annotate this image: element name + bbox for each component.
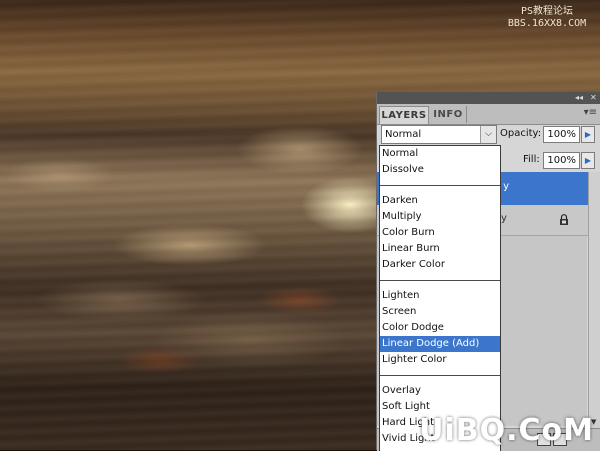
blend-option[interactable]: Lighten: [380, 288, 500, 304]
blend-option[interactable]: Linear Burn: [380, 241, 500, 257]
menu-separator: [380, 178, 500, 193]
panel-tabbar: LAYERS INFO ▾≡: [377, 104, 600, 125]
menu-separator: [380, 273, 500, 288]
watermark-bottom: UiBQ.CoM: [419, 413, 594, 448]
blend-option[interactable]: Screen: [380, 304, 500, 320]
blend-option[interactable]: Lighter Color: [380, 352, 500, 368]
blend-option-selected[interactable]: Linear Dodge (Add): [380, 336, 500, 352]
menu-separator: [380, 368, 500, 383]
blend-option[interactable]: Darker Color: [380, 257, 500, 273]
stepper-arrow-icon[interactable]: ▶: [581, 152, 595, 169]
fill-input[interactable]: 100%: [543, 152, 580, 169]
panel-menu-icon[interactable]: ▾≡: [584, 107, 597, 118]
tab-info[interactable]: INFO: [430, 106, 467, 123]
watermark-top: PS教程论坛 BBS.16XX8.COM: [502, 6, 592, 30]
layers-scrollbar[interactable]: ▼: [588, 172, 600, 428]
blend-mode-dropdown: Normal Dissolve Darken Multiply Color Bu…: [379, 145, 501, 451]
blend-option[interactable]: Color Dodge: [380, 320, 500, 336]
layer-name: y: [503, 181, 509, 192]
blend-mode-select[interactable]: Normal ⌵: [381, 125, 497, 144]
panel-titlebar: ◂◂ ✕: [377, 92, 600, 104]
dropdown-arrow-icon[interactable]: ⌵: [480, 126, 496, 143]
collapse-icon[interactable]: ◂◂: [575, 92, 583, 104]
blend-option[interactable]: Color Burn: [380, 225, 500, 241]
lock-icon: [560, 214, 568, 225]
opacity-input[interactable]: 100%: [543, 126, 580, 143]
opacity-label: Opacity:: [500, 128, 542, 139]
watermark-line1: PS教程论坛: [520, 6, 574, 17]
layer-name-fragment: y: [501, 213, 507, 224]
blend-option[interactable]: Normal: [380, 146, 500, 162]
blend-mode-value: Normal: [385, 129, 422, 140]
blend-option[interactable]: Multiply: [380, 209, 500, 225]
fill-label: Fill:: [523, 154, 540, 165]
close-icon[interactable]: ✕: [590, 92, 597, 104]
blend-option[interactable]: Overlay: [380, 383, 500, 399]
blend-option[interactable]: Darken: [380, 193, 500, 209]
tab-layers[interactable]: LAYERS: [379, 106, 429, 124]
blend-option[interactable]: Dissolve: [380, 162, 500, 178]
stepper-arrow-icon[interactable]: ▶: [581, 126, 595, 143]
watermark-line2: BBS.16XX8.COM: [507, 18, 587, 29]
